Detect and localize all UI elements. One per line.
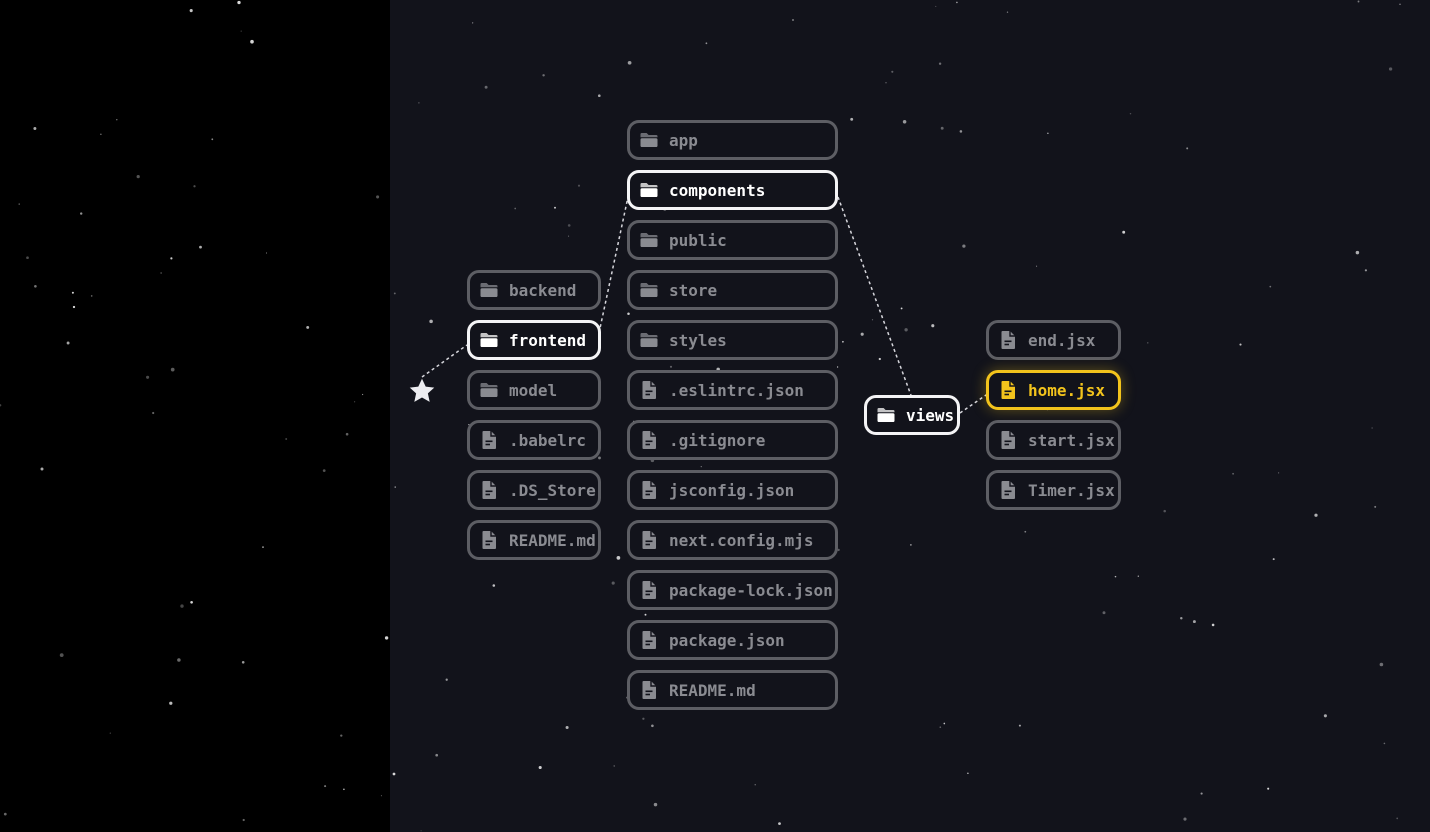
file-node-next-config[interactable]: next.config.mjs bbox=[627, 520, 838, 560]
folder-icon bbox=[478, 279, 500, 301]
folder-node-store[interactable]: store bbox=[627, 270, 838, 310]
folder-icon bbox=[875, 404, 897, 426]
node-label: README.md bbox=[509, 530, 596, 550]
file-node-readme-frontend[interactable]: README.md bbox=[627, 670, 838, 710]
file-icon bbox=[478, 479, 500, 501]
folder-node-backend[interactable]: backend bbox=[467, 270, 601, 310]
node-label: .babelrc bbox=[509, 430, 587, 450]
node-label: next.config.mjs bbox=[669, 530, 814, 550]
connector-line bbox=[959, 392, 990, 414]
node-label: store bbox=[669, 280, 718, 300]
file-icon bbox=[638, 429, 660, 451]
node-label: views bbox=[906, 405, 955, 425]
node-label: package.json bbox=[669, 630, 785, 650]
file-icon bbox=[997, 379, 1019, 401]
folder-node-model[interactable]: model bbox=[467, 370, 601, 410]
file-icon bbox=[638, 479, 660, 501]
file-node-ds-store[interactable]: .DS_Store bbox=[467, 470, 601, 510]
file-icon bbox=[638, 579, 660, 601]
file-node-package-json[interactable]: package.json bbox=[627, 620, 838, 660]
file-node-babelrc[interactable]: .babelrc bbox=[467, 420, 601, 460]
file-icon bbox=[478, 529, 500, 551]
folder-icon bbox=[638, 279, 660, 301]
folder-icon bbox=[638, 329, 660, 351]
file-node-gitignore[interactable]: .gitignore bbox=[627, 420, 838, 460]
folder-node-styles[interactable]: styles bbox=[627, 320, 838, 360]
file-icon bbox=[997, 479, 1019, 501]
file-icon bbox=[997, 429, 1019, 451]
node-label: .eslintrc.json bbox=[669, 380, 804, 400]
node-label: frontend bbox=[509, 330, 587, 350]
file-icon bbox=[638, 679, 660, 701]
file-node-jsconfig[interactable]: jsconfig.json bbox=[627, 470, 838, 510]
folder-node-public[interactable]: public bbox=[627, 220, 838, 260]
node-label: components bbox=[669, 180, 766, 200]
folder-icon bbox=[638, 129, 660, 151]
node-label: Timer.jsx bbox=[1028, 480, 1115, 500]
node-label: start.jsx bbox=[1028, 430, 1115, 450]
connector-line bbox=[421, 344, 468, 378]
file-node-eslintrc[interactable]: .eslintrc.json bbox=[627, 370, 838, 410]
node-label: public bbox=[669, 230, 727, 250]
node-label: .DS_Store bbox=[509, 480, 596, 500]
file-icon bbox=[638, 529, 660, 551]
folder-node-views[interactable]: views bbox=[864, 395, 960, 435]
folder-icon bbox=[478, 329, 500, 351]
connector-line bbox=[837, 196, 913, 399]
node-label: backend bbox=[509, 280, 577, 300]
node-label: jsconfig.json bbox=[669, 480, 795, 500]
folder-node-app[interactable]: app bbox=[627, 120, 838, 160]
star-icon[interactable] bbox=[407, 376, 437, 406]
file-node-end-jsx[interactable]: end.jsx bbox=[986, 320, 1121, 360]
node-label: styles bbox=[669, 330, 727, 350]
file-node-home-jsx[interactable]: home.jsx bbox=[986, 370, 1121, 410]
file-node-package-lock[interactable]: package-lock.json bbox=[627, 570, 838, 610]
node-label: .gitignore bbox=[669, 430, 766, 450]
folder-icon bbox=[478, 379, 500, 401]
folder-icon bbox=[638, 179, 660, 201]
node-label: README.md bbox=[669, 680, 756, 700]
node-label: model bbox=[509, 380, 558, 400]
node-label: home.jsx bbox=[1028, 380, 1106, 400]
node-label: app bbox=[669, 130, 698, 150]
folder-icon bbox=[638, 229, 660, 251]
file-node-timer-jsx[interactable]: Timer.jsx bbox=[986, 470, 1121, 510]
file-icon bbox=[997, 329, 1019, 351]
file-icon bbox=[638, 629, 660, 651]
file-node-readme[interactable]: README.md bbox=[467, 520, 601, 560]
file-node-start-jsx[interactable]: start.jsx bbox=[986, 420, 1121, 460]
connector-line bbox=[598, 196, 629, 334]
file-icon bbox=[638, 379, 660, 401]
folder-node-frontend[interactable]: frontend bbox=[467, 320, 601, 360]
node-label: end.jsx bbox=[1028, 330, 1096, 350]
file-icon bbox=[478, 429, 500, 451]
node-label: package-lock.json bbox=[669, 580, 833, 600]
folder-node-components[interactable]: components bbox=[627, 170, 838, 210]
